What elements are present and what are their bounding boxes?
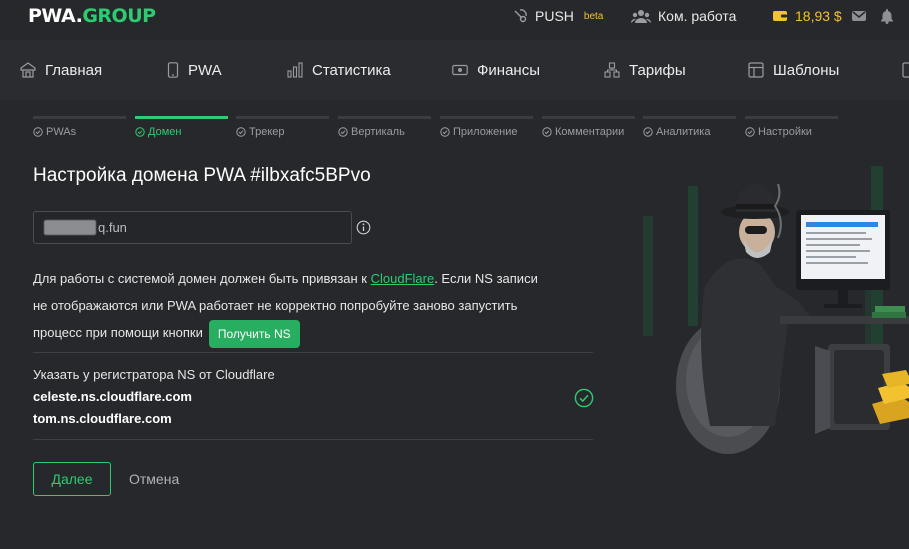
divider	[33, 352, 593, 353]
check-icon	[236, 127, 246, 137]
logo-text-left: PWA.	[28, 5, 83, 27]
balance-value: 18,93 $	[795, 8, 842, 24]
nav-label-finance: Финансы	[477, 61, 540, 79]
hacker-illustration	[643, 166, 909, 454]
step-label: Вертикаль	[351, 126, 405, 138]
step-bar	[33, 116, 126, 119]
ns-verified-check-icon	[574, 388, 594, 408]
chart-icon	[287, 62, 303, 78]
domain-instructions: Для работы с системой домен должен быть …	[33, 265, 553, 348]
step-bar	[542, 116, 635, 119]
step-application[interactable]: Приложение	[440, 116, 533, 146]
page-title: Настройка домена PWA #ilbxafc5BPvo	[33, 165, 371, 186]
push-label: PUSH	[535, 8, 574, 24]
step-bar	[745, 116, 838, 119]
bell-icon[interactable]	[879, 8, 895, 24]
step-tracker[interactable]: Трекер	[236, 116, 329, 146]
nav-label-templates: Шаблоны	[773, 61, 840, 79]
team-link[interactable]: Ком. работа	[631, 7, 736, 25]
step-label: Настройки	[758, 126, 812, 138]
beta-badge: beta	[583, 10, 604, 22]
step-label: Приложение	[453, 126, 518, 138]
push-icon	[514, 9, 527, 23]
ns-instruction-label: Указать у регистратора NS от Cloudflare	[33, 367, 275, 382]
nav-item-pwa[interactable]: PWA	[167, 60, 222, 80]
step-label: Комментарии	[555, 126, 625, 138]
nav-overflow-icon	[902, 62, 909, 78]
next-button[interactable]: Далее	[33, 462, 111, 496]
get-ns-button[interactable]: Получить NS	[208, 319, 300, 348]
check-icon	[542, 127, 552, 137]
step-bar	[643, 116, 736, 119]
step-vertical[interactable]: Вертикаль	[338, 116, 431, 146]
instructions-text: Для работы с системой домен должен быть …	[33, 271, 371, 286]
mail-icon[interactable]	[851, 8, 867, 24]
nav-item-finance[interactable]: Финансы	[452, 60, 540, 80]
check-icon	[33, 127, 43, 137]
cloudflare-link[interactable]: CloudFlare	[371, 271, 435, 286]
step-comments[interactable]: Комментарии	[542, 116, 635, 146]
wizard-steps: PWAs Домен Трекер Вертикаль Приложение К…	[33, 116, 878, 146]
top-bar: PWA.GROUP PUSH beta Ком. работа 18,93 $	[0, 0, 909, 32]
step-label: Аналитика	[656, 126, 711, 138]
step-bar	[135, 116, 228, 119]
nav-label-pwa: PWA	[188, 61, 222, 79]
check-icon	[338, 127, 348, 137]
nav-item-statistics[interactable]: Статистика	[287, 60, 391, 80]
logo[interactable]: PWA.GROUP	[28, 5, 156, 27]
nav-label-home: Главная	[45, 61, 103, 79]
step-label: Трекер	[249, 126, 285, 138]
home-icon	[20, 62, 36, 78]
step-domain[interactable]: Домен	[135, 116, 228, 146]
team-icon	[631, 10, 651, 23]
phone-icon	[167, 62, 179, 78]
info-icon[interactable]	[356, 220, 371, 235]
step-label: Домен	[148, 126, 182, 138]
check-icon	[643, 127, 653, 137]
ns-server-1: celeste.ns.cloudflare.com	[33, 389, 192, 404]
cancel-button[interactable]: Отмена	[129, 471, 179, 487]
step-bar	[236, 116, 329, 119]
nav-item-templates[interactable]: Шаблоны	[748, 60, 839, 80]
check-icon	[745, 127, 755, 137]
push-link[interactable]: PUSH beta	[512, 7, 603, 25]
balance[interactable]: 18,93 $	[772, 7, 842, 25]
check-icon	[440, 127, 450, 137]
main-nav: Главная PWA Статистика Финансы Тарифы Ша…	[0, 40, 909, 100]
step-label: PWAs	[46, 126, 77, 138]
step-bar	[338, 116, 431, 119]
nav-label-statistics: Статистика	[312, 61, 391, 79]
nav-item-home[interactable]: Главная	[20, 60, 102, 80]
team-label: Ком. работа	[658, 8, 737, 24]
logo-text-right: GROUP	[82, 5, 156, 27]
step-bar	[440, 116, 533, 119]
step-analytics[interactable]: Аналитика	[643, 116, 736, 146]
divider	[33, 439, 593, 440]
step-settings[interactable]: Настройки	[745, 116, 838, 146]
ns-server-2: tom.ns.cloudflare.com	[33, 411, 172, 426]
nav-label-tariffs: Тарифы	[629, 61, 686, 79]
step-pwas[interactable]: PWAs	[33, 116, 126, 146]
tiers-icon	[604, 62, 620, 78]
wallet-icon	[773, 11, 787, 21]
money-icon	[452, 64, 468, 76]
redacted-domain-mask	[44, 220, 96, 235]
domain-setup-panel: PWAs Домен Трекер Вертикаль Приложение К…	[0, 116, 909, 549]
nav-item-tariffs[interactable]: Тарифы	[604, 60, 686, 80]
template-icon	[748, 62, 764, 78]
check-icon	[135, 127, 145, 137]
